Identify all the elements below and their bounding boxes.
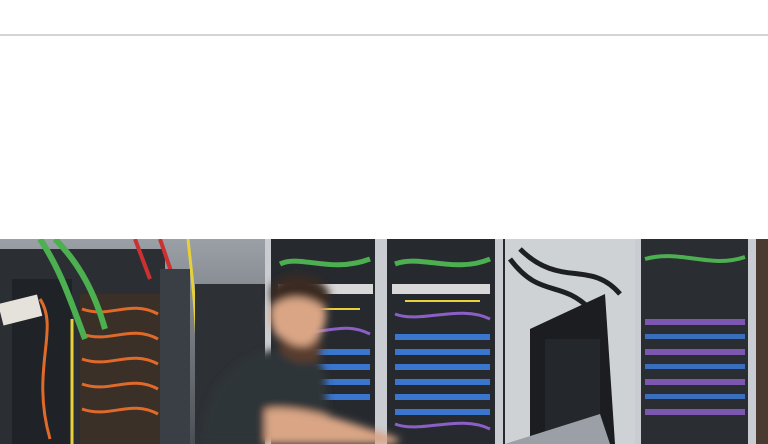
hero-image [0,239,768,444]
server-racks-photo [0,239,768,444]
header-divider [0,34,768,36]
rack-right [505,239,768,444]
